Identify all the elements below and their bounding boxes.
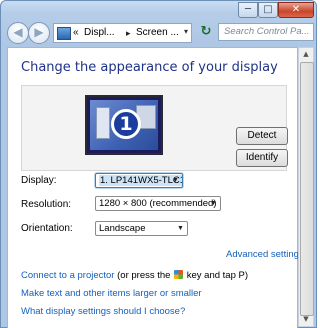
resolution-select[interactable]: 1280 × 800 (recommended) ▼ (95, 196, 221, 211)
display-help-link[interactable]: What display settings should I choose? (21, 306, 185, 317)
close-button[interactable]: ✕ (278, 2, 314, 18)
orientation-label: Orientation: (21, 223, 73, 234)
back-button[interactable]: ◀ (7, 22, 29, 44)
breadcrumb-display[interactable]: Displ... (84, 24, 115, 42)
connect-projector-link[interactable]: Connect to a projector (21, 270, 114, 281)
chevron-down-icon: ▼ (210, 200, 217, 207)
breadcrumb-separator[interactable]: ▸ (126, 24, 131, 42)
identify-button[interactable]: Identify (236, 149, 288, 167)
refresh-icon[interactable]: ↻ (198, 23, 214, 41)
breadcrumb-overflow[interactable]: « (73, 24, 79, 42)
title-bar: ─ □ ✕ (1, 1, 316, 19)
breadcrumb-screen-resolution[interactable]: Screen ... (136, 24, 179, 42)
address-dropdown-arrow[interactable]: ▾ (179, 22, 193, 40)
windows-logo-icon (174, 270, 184, 279)
display-select[interactable]: 1. LP141WX5-TLC1 ▼ (95, 173, 183, 188)
resolution-label: Resolution: (21, 199, 72, 210)
chevron-down-icon: ▼ (172, 177, 179, 184)
scroll-up-icon[interactable]: ▲ (299, 48, 313, 61)
address-bar[interactable]: « Displ... ▸ Screen ... (53, 23, 192, 43)
advanced-settings-link[interactable]: Advanced settings (226, 249, 304, 260)
search-input[interactable]: Search Control Pa... (218, 23, 314, 41)
control-panel-icon (57, 27, 71, 40)
vertical-scrollbar[interactable]: ▲ ▼ (298, 47, 314, 327)
detect-button[interactable]: Detect (236, 127, 288, 145)
chevron-down-icon: ▼ (177, 225, 184, 232)
scrollbar-thumb[interactable] (300, 62, 314, 316)
page-title: Change the appearance of your display (21, 60, 278, 75)
orientation-select[interactable]: Landscape ▼ (95, 221, 188, 236)
forward-button[interactable]: ▶ (28, 22, 50, 44)
monitor-preview-area: 1 Detect Identify (21, 85, 288, 171)
main-content: Change the appearance of your display 1 … (7, 47, 304, 328)
projector-hint-text-end: key and tap P) (186, 270, 248, 281)
resolution-value: 1280 × 800 (recommended) (99, 198, 217, 209)
window-graphic (96, 107, 110, 139)
control-panel-window: ─ □ ✕ ◀ ▶ « Displ... ▸ Screen ... ▾ ↻ Se… (0, 0, 317, 328)
orientation-value: Landscape (99, 223, 146, 234)
projector-line: Connect to a projector (or press the key… (21, 270, 248, 281)
monitor-number-badge: 1 (111, 109, 141, 139)
maximize-button[interactable]: □ (258, 2, 278, 18)
minimize-button[interactable]: ─ (238, 2, 258, 18)
monitor-thumbnail[interactable]: 1 (85, 95, 163, 155)
projector-hint-text: (or press the (117, 270, 171, 281)
text-size-link[interactable]: Make text and other items larger or smal… (21, 288, 202, 299)
scroll-down-icon[interactable]: ▼ (299, 313, 313, 326)
display-label: Display: (21, 175, 57, 186)
